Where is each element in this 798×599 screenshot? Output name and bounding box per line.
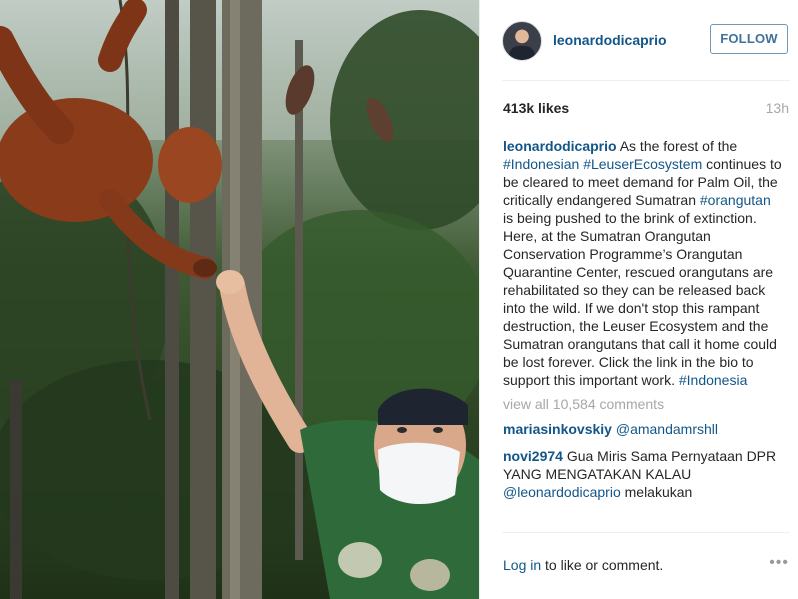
caption-username[interactable]: leonardodicaprio [503,138,617,154]
comment-username[interactable]: novi2974 [503,448,563,464]
login-prompt: Log in to like or comment. [503,557,663,573]
instagram-post: leonardodicaprio FOLLOW 413k likes 13h l… [0,0,798,599]
caption-text: As the forest of the [616,138,738,154]
avatar[interactable] [502,21,542,61]
view-all-comments-link[interactable]: view all 10,584 comments [503,395,783,413]
comment-mention[interactable]: @amandamrshll [616,421,718,437]
hashtag-link[interactable]: #LeuserEcosystem [583,156,702,172]
jungle-photo-illustration [0,0,479,599]
more-options-icon[interactable]: ••• [769,554,789,572]
header-divider [502,80,790,81]
footer-divider [502,532,790,533]
comments-section: leonardodicaprio As the forest of the #I… [503,137,783,532]
comment-item: novi2974 Gua Miris Sama Pernyataan DPR Y… [503,447,783,501]
comment-item: mariasinkovskiy @amandamrshll [503,420,783,438]
login-prompt-text: to like or comment. [541,557,664,573]
comment-username[interactable]: mariasinkovskiy [503,421,612,437]
likes-count[interactable]: 413k likes [503,100,569,116]
post-sidebar: leonardodicaprio FOLLOW 413k likes 13h l… [479,0,798,599]
hashtag-link[interactable]: #Indonesia [679,372,748,388]
post-time[interactable]: 13h [766,100,789,116]
caption: leonardodicaprio As the forest of the #I… [503,137,783,389]
login-link[interactable]: Log in [503,557,541,573]
post-header: leonardodicaprio FOLLOW [480,0,798,80]
caption-text: is being pushed to the brink of extincti… [503,210,777,388]
hashtag-link[interactable]: #Indonesian [503,156,579,172]
follow-button[interactable]: FOLLOW [710,24,788,54]
avatar-figure [509,46,535,60]
comment-text: melakukan [620,484,693,500]
post-photo[interactable] [0,0,479,599]
header-username[interactable]: leonardodicaprio [553,32,667,48]
comment-mention[interactable]: @leonardodicaprio [503,484,621,500]
hashtag-link[interactable]: #orangutan [700,192,771,208]
